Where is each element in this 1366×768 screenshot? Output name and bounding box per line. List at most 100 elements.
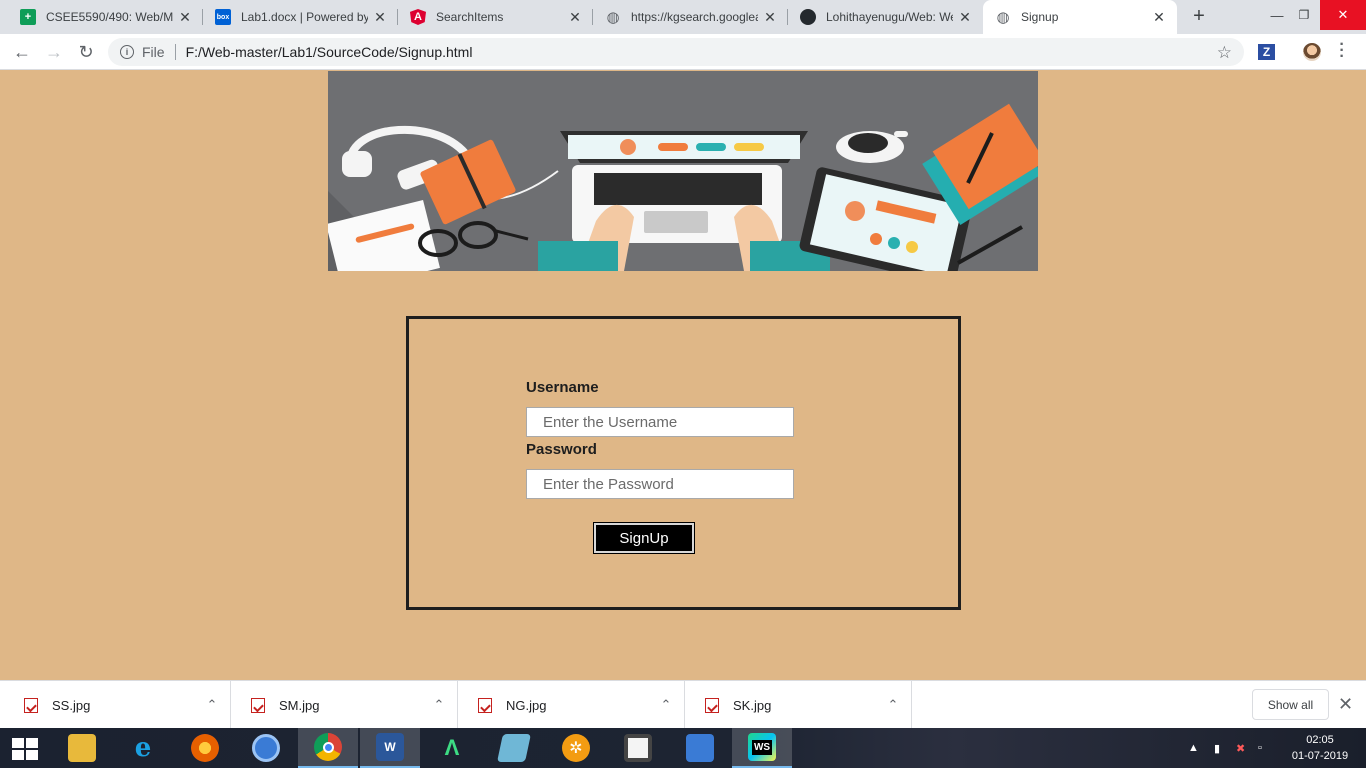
tab-strip: + CSEE5590/490: Web/Mo ✕ box Lab1.docx |… [0, 0, 1366, 34]
tab-lab1-docx[interactable]: box Lab1.docx | Powered by B ✕ [203, 0, 398, 34]
zotero-extension-icon[interactable]: Z [1258, 44, 1275, 60]
notepad-icon[interactable] [484, 728, 544, 768]
remote-desktop-icon [686, 734, 714, 762]
image-file-icon [251, 697, 265, 713]
reload-icon[interactable]: ↻ [74, 40, 98, 64]
helm-icon: ✲ [562, 734, 590, 762]
angular-icon: A [410, 9, 426, 25]
globe-icon: ◍ [606, 9, 620, 26]
notepad-icon [497, 734, 531, 762]
app-icon[interactable] [236, 728, 296, 768]
android-studio-icon[interactable]: Λ [422, 728, 482, 768]
close-icon[interactable]: ✕ [1338, 694, 1353, 715]
close-icon[interactable]: ✕ [762, 9, 778, 26]
chrome-icon[interactable] [298, 728, 358, 768]
windows-taskbar: e W Λ ✲ WS ▲ ▮ ✖ ▫ 02:05 01-07-2019 [0, 728, 1366, 768]
remote-desktop-icon[interactable] [670, 728, 730, 768]
helm-icon[interactable]: ✲ [546, 728, 606, 768]
close-icon[interactable]: ✕ [177, 9, 193, 26]
trello-icon [624, 734, 652, 762]
workspace-banner-image [328, 71, 1038, 271]
show-all-button[interactable]: Show all [1252, 689, 1329, 720]
word-icon[interactable]: W [360, 728, 420, 768]
word-icon: W [376, 733, 404, 761]
download-filename: SM.jpg [279, 697, 320, 713]
clock-date[interactable]: 01-07-2019 [1286, 750, 1354, 762]
tab-kgsearch[interactable]: ◍ https://kgsearch.googlea ✕ [593, 0, 788, 34]
chevron-up-icon[interactable]: ⌃ [875, 697, 911, 713]
android-studio-icon: Λ [444, 735, 460, 760]
close-icon[interactable]: ✕ [567, 9, 583, 26]
tab-title: CSEE5590/490: Web/Mo [46, 10, 173, 24]
back-arrow-icon[interactable]: ← [10, 40, 34, 64]
tab-title: Lab1.docx | Powered by B [241, 10, 368, 24]
internet-explorer-icon[interactable]: e [113, 728, 173, 768]
windows-start-icon[interactable] [12, 738, 38, 760]
browser-toolbar: ← → ↻ i File F:/Web-master/Lab1/SourceCo… [0, 34, 1366, 70]
download-item[interactable]: SK.jpg ⌃ [685, 681, 912, 729]
clock-time[interactable]: 02:05 [1300, 734, 1340, 746]
download-filename: NG.jpg [506, 697, 547, 713]
tab-title: SearchItems [436, 10, 504, 24]
webstorm-icon: WS [748, 733, 776, 761]
divider [174, 44, 176, 60]
menu-icon[interactable]: · · · [1336, 37, 1348, 65]
box-icon: box [215, 9, 231, 25]
info-icon[interactable]: i [120, 45, 134, 59]
tab-title: https://kgsearch.googlea [631, 10, 758, 24]
close-icon[interactable]: ✕ [1151, 9, 1167, 26]
tab-signup[interactable]: ◍ Signup ✕ [983, 0, 1177, 34]
address-bar[interactable]: i File F:/Web-master/Lab1/SourceCode/Sig… [108, 38, 1244, 66]
window-close-icon[interactable]: ✕ [1320, 0, 1366, 30]
download-item[interactable]: SS.jpg ⌃ [4, 681, 231, 729]
chevron-up-icon[interactable]: ⌃ [421, 697, 457, 713]
github-icon [800, 9, 816, 25]
chrome-icon [314, 733, 342, 761]
app-icon [252, 734, 280, 762]
image-file-icon [24, 697, 38, 713]
signal-icon[interactable]: ▫ [1258, 742, 1262, 754]
trello-icon[interactable] [608, 728, 668, 768]
password-input[interactable] [526, 469, 794, 499]
forward-arrow-icon[interactable]: → [42, 40, 66, 64]
username-label: Username [526, 379, 599, 396]
network-icon[interactable]: ✖ [1236, 742, 1245, 755]
download-item[interactable]: NG.jpg ⌃ [458, 681, 685, 729]
chevron-up-icon[interactable]: ⌃ [194, 697, 230, 713]
battery-icon[interactable]: ▮ [1214, 742, 1220, 755]
image-file-icon [478, 697, 492, 713]
download-bar: SS.jpg ⌃ SM.jpg ⌃ NG.jpg ⌃ SK.jpg ⌃ Show… [0, 680, 1366, 729]
webstorm-icon[interactable]: WS [732, 728, 792, 768]
firefox-icon[interactable] [175, 728, 235, 768]
close-icon[interactable]: ✕ [957, 9, 973, 26]
file-explorer-icon[interactable] [52, 728, 112, 768]
download-item[interactable]: SM.jpg ⌃ [231, 681, 458, 729]
chevron-up-icon[interactable]: ▲ [1188, 742, 1199, 754]
profile-avatar[interactable] [1303, 43, 1321, 61]
chevron-up-icon[interactable]: ⌃ [648, 697, 684, 713]
tab-github[interactable]: Lohithayenugu/Web: We ✕ [788, 0, 983, 34]
tab-title: Lohithayenugu/Web: We [826, 10, 953, 24]
file-explorer-icon [68, 734, 96, 762]
tab-title: Signup [1021, 10, 1059, 24]
bookmark-star-icon[interactable]: ☆ [1217, 43, 1232, 63]
firefox-icon [191, 734, 219, 762]
new-tab-button[interactable]: + [1189, 6, 1209, 26]
tab-csee5590[interactable]: + CSEE5590/490: Web/Mo ✕ [8, 0, 203, 34]
download-filename: SS.jpg [52, 697, 91, 713]
url-scheme: File [142, 44, 165, 60]
signup-form: Username Password SignUp [406, 316, 961, 610]
tab-searchitems[interactable]: A SearchItems ✕ [398, 0, 593, 34]
url-text[interactable]: F:/Web-master/Lab1/SourceCode/Signup.htm… [186, 44, 473, 60]
globe-icon: ◍ [996, 9, 1010, 26]
close-icon[interactable]: ✕ [372, 9, 388, 26]
sheets-icon: + [20, 9, 36, 25]
system-tray: ▲ ▮ ✖ ▫ 02:05 01-07-2019 [1180, 728, 1366, 768]
internet-explorer-icon: e [134, 733, 152, 763]
username-input[interactable] [526, 407, 794, 437]
page-body: Username Password SignUp [0, 71, 1366, 680]
signup-button[interactable]: SignUp [593, 522, 695, 554]
password-label: Password [526, 441, 597, 458]
image-file-icon [705, 697, 719, 713]
download-filename: SK.jpg [733, 697, 772, 713]
